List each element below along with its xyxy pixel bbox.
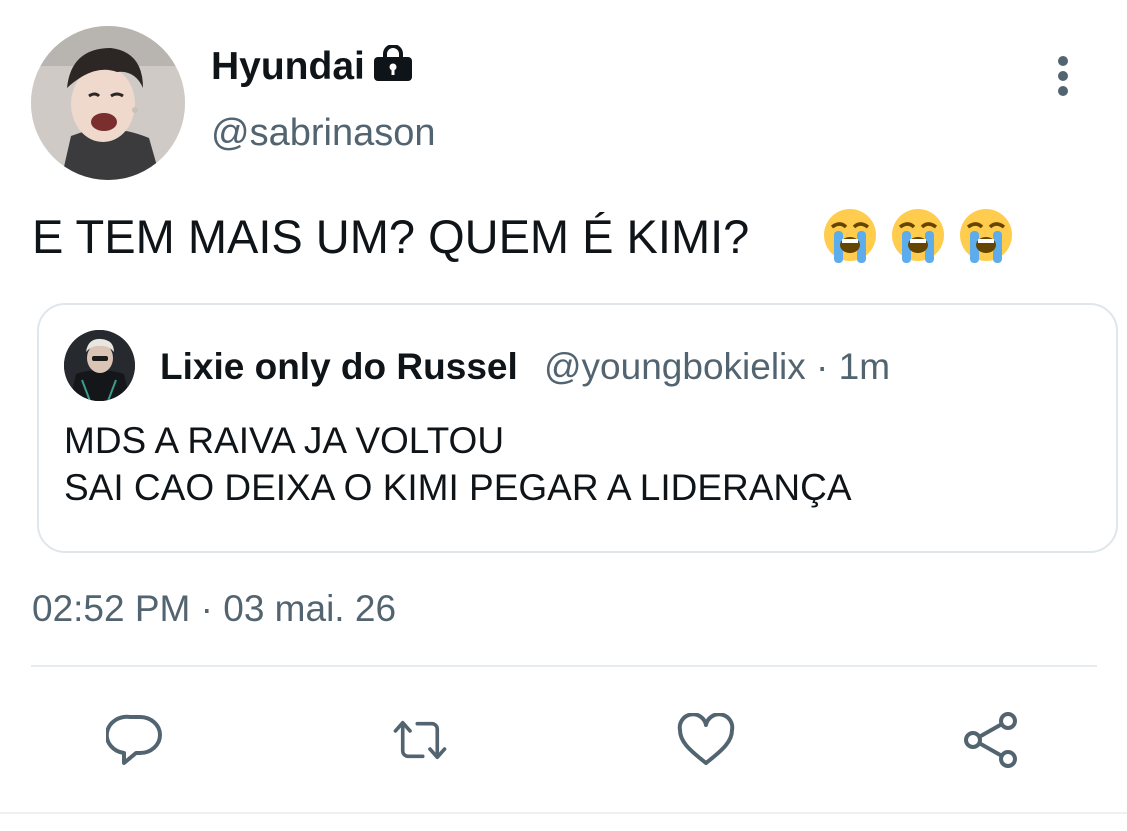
retweet-button[interactable] xyxy=(390,710,450,770)
loudly-crying-face-icon xyxy=(960,209,1012,263)
tweet-text: E TEM MAIS UM? QUEM É KIMI? xyxy=(32,210,750,263)
more-options-icon[interactable] xyxy=(1050,55,1076,97)
tweet-timestamp[interactable]: 02:52 PM · 03 mai. 26 xyxy=(32,586,396,632)
divider xyxy=(0,812,1127,814)
quoted-tweet-text: MDS A RAIVA JA VOLTOU SAI CAO DEIXA O KI… xyxy=(64,417,852,511)
quoted-author-handle-time: @youngbokielix · 1m xyxy=(544,346,891,387)
share-button[interactable] xyxy=(962,710,1022,770)
author-handle[interactable]: @sabrinason xyxy=(211,110,435,156)
lock-icon xyxy=(374,45,412,81)
loudly-crying-face-icon xyxy=(824,209,876,263)
loudly-crying-face-icon xyxy=(892,209,944,263)
quoted-tweet-line: MDS A RAIVA JA VOLTOU xyxy=(64,420,505,461)
reply-icon xyxy=(106,714,162,765)
tweet-detail: Hyundai @sabrinason E TEM MAIS UM? QUEM … xyxy=(0,0,1127,831)
share-icon xyxy=(964,712,1017,768)
author-avatar[interactable] xyxy=(31,26,185,180)
like-icon xyxy=(677,713,735,765)
quoted-author-avatar[interactable] xyxy=(64,330,135,401)
author-display-name[interactable]: Hyundai xyxy=(211,42,365,92)
quoted-tweet-line: SAI CAO DEIXA O KIMI PEGAR A LIDERANÇA xyxy=(64,467,852,508)
divider xyxy=(31,665,1097,667)
quoted-author-name: Lixie only do Russel xyxy=(160,346,518,387)
reply-button[interactable] xyxy=(105,710,165,770)
like-button[interactable] xyxy=(676,710,736,770)
retweet-icon xyxy=(393,720,447,760)
